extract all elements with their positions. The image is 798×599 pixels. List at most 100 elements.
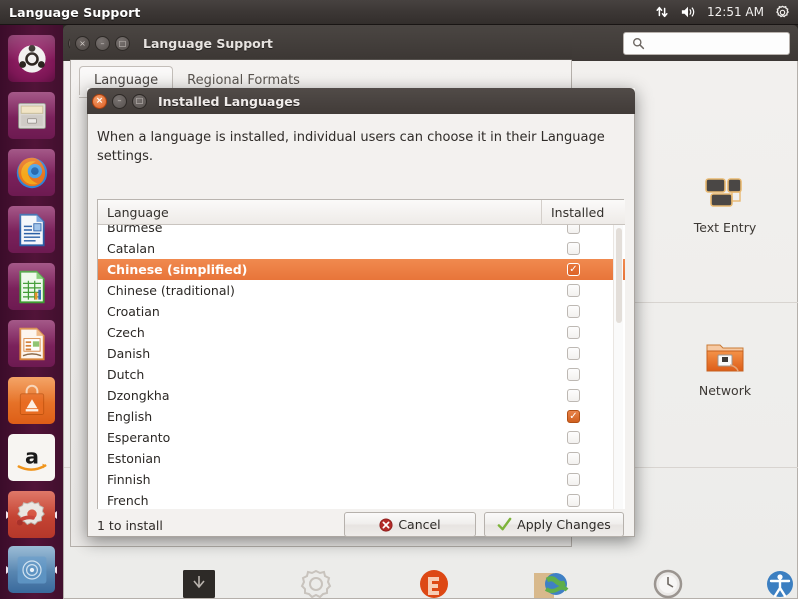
table-row[interactable]: Danish bbox=[98, 343, 625, 364]
language-name: Chinese (traditional) bbox=[107, 283, 235, 298]
installed-languages-dialog: × – □ Installed Languages When a languag… bbox=[87, 88, 635, 537]
language-maximize-button[interactable]: □ bbox=[115, 36, 130, 51]
language-name: Finnish bbox=[107, 472, 151, 487]
settings-separator-1 bbox=[619, 302, 798, 303]
cancel-button-label: Cancel bbox=[398, 517, 441, 532]
settings-cell-universal-access[interactable]: Universal Access bbox=[725, 555, 798, 599]
install-count-status: 1 to install bbox=[97, 518, 163, 533]
languages-list-scrollbar[interactable] bbox=[613, 225, 623, 509]
language-name: English bbox=[107, 409, 153, 424]
column-header-language[interactable]: Language bbox=[98, 205, 541, 220]
amazon-icon: a bbox=[17, 444, 46, 471]
check-icon: ✓ bbox=[569, 410, 578, 422]
universal-access-icon bbox=[725, 555, 798, 599]
apply-changes-button[interactable]: Apply Changes bbox=[484, 512, 624, 537]
launcher-item-libreoffice-calc[interactable] bbox=[6, 261, 57, 312]
dialog-title: Installed Languages bbox=[158, 93, 301, 109]
launcher-item-firefox[interactable] bbox=[6, 147, 57, 198]
table-row[interactable]: Croatian bbox=[98, 301, 625, 322]
text-entry-icon bbox=[670, 166, 780, 214]
table-row[interactable]: Esperanto bbox=[98, 427, 625, 448]
cancel-button[interactable]: Cancel bbox=[344, 512, 476, 537]
unity-launcher: a bbox=[0, 25, 63, 599]
backups-icon bbox=[144, 555, 254, 599]
network-folder-icon bbox=[670, 329, 780, 377]
language-name: Dutch bbox=[107, 367, 145, 382]
checkbox-checked[interactable]: ✓ bbox=[567, 410, 580, 423]
settings-cell-details[interactable]: Details bbox=[261, 555, 371, 599]
panel-app-title[interactable]: Language Support bbox=[9, 5, 140, 20]
settings-cell-network[interactable]: Network bbox=[670, 329, 780, 398]
search-icon bbox=[633, 38, 645, 50]
launcher-item-libreoffice-impress[interactable] bbox=[6, 318, 57, 369]
panel-indicators: 12:51 AM bbox=[655, 5, 798, 20]
dialog-body: When a language is installed, individual… bbox=[87, 114, 635, 537]
table-row[interactable]: Dutch bbox=[98, 364, 625, 385]
table-row[interactable]: French bbox=[98, 490, 625, 509]
checkbox-checked[interactable]: ✓ bbox=[567, 263, 580, 276]
checkbox-unchecked[interactable] bbox=[567, 473, 580, 486]
dialog-maximize-button[interactable]: □ bbox=[132, 93, 147, 109]
launcher-item-files[interactable] bbox=[6, 90, 57, 141]
svg-text:a: a bbox=[24, 444, 38, 468]
checkbox-unchecked[interactable] bbox=[567, 368, 580, 381]
language-name: Danish bbox=[107, 346, 151, 361]
cancel-icon bbox=[379, 517, 393, 532]
checkbox-unchecked[interactable] bbox=[567, 225, 580, 234]
checkbox-unchecked[interactable] bbox=[567, 389, 580, 402]
checkbox-unchecked[interactable] bbox=[567, 494, 580, 507]
software-updates-icon bbox=[496, 555, 606, 599]
table-row[interactable]: Chinese (simplified) ✓ bbox=[98, 259, 625, 280]
language-name: Burmese bbox=[107, 225, 163, 235]
checkbox-unchecked[interactable] bbox=[567, 452, 580, 465]
settings-cell-text-entry[interactable]: Text Entry bbox=[670, 166, 780, 235]
settings-cell-label: Network bbox=[698, 383, 752, 398]
checkbox-unchecked[interactable] bbox=[567, 326, 580, 339]
language-name: Dzongkha bbox=[107, 388, 170, 403]
table-row[interactable]: Finnish bbox=[98, 469, 625, 490]
settings-cell-landscape[interactable]: Landscape Service bbox=[379, 555, 489, 599]
settings-cell-time-date[interactable]: Time & Date bbox=[613, 555, 723, 599]
table-row[interactable]: Dzongkha bbox=[98, 385, 625, 406]
table-row[interactable]: Burmese bbox=[98, 225, 625, 238]
dialog-close-button[interactable]: × bbox=[92, 93, 107, 109]
launcher-item-libreoffice-writer[interactable] bbox=[6, 204, 57, 255]
launcher-item-amazon[interactable]: a bbox=[6, 432, 57, 483]
checkmark-icon bbox=[497, 517, 512, 531]
settings-cell-software-updates[interactable]: Software & Updates bbox=[496, 555, 606, 599]
checkbox-unchecked[interactable] bbox=[567, 284, 580, 297]
language-name: Estonian bbox=[107, 451, 161, 466]
launcher-item-help[interactable] bbox=[6, 544, 57, 595]
settings-cell-backups[interactable]: Backups bbox=[144, 555, 254, 599]
settings-search-input[interactable] bbox=[623, 32, 790, 55]
languages-list[interactable]: Burmese Catalan Chinese (simplified) ✓ Chine… bbox=[98, 225, 625, 509]
checkbox-unchecked[interactable] bbox=[567, 431, 580, 444]
clock-indicator[interactable]: 12:51 AM bbox=[707, 5, 764, 19]
launcher-item-ubuntu-software-center[interactable] bbox=[6, 375, 57, 426]
languages-list-frame: Language Installed Burmese Catalan Chinese… bbox=[97, 199, 625, 509]
dialog-minimize-button[interactable]: – bbox=[112, 93, 127, 109]
language-close-button[interactable]: × bbox=[75, 36, 90, 51]
table-row[interactable]: English ✓ bbox=[98, 406, 625, 427]
table-row[interactable]: Chinese (traditional) bbox=[98, 280, 625, 301]
language-name: Catalan bbox=[107, 241, 156, 256]
language-minimize-button[interactable]: – bbox=[95, 36, 110, 51]
checkbox-unchecked[interactable] bbox=[567, 242, 580, 255]
languages-list-header: Language Installed bbox=[98, 199, 625, 225]
time-date-clock-icon bbox=[613, 555, 723, 599]
column-header-installed[interactable]: Installed bbox=[541, 199, 625, 225]
network-indicator[interactable] bbox=[655, 5, 669, 19]
launcher-item-system-settings[interactable] bbox=[6, 489, 57, 540]
top-panel: Language Support 12:51 AM bbox=[0, 0, 798, 25]
checkbox-unchecked[interactable] bbox=[567, 347, 580, 360]
table-row[interactable]: Estonian bbox=[98, 448, 625, 469]
launcher-item-ubuntu-dash[interactable] bbox=[6, 33, 57, 84]
table-row[interactable]: Czech bbox=[98, 322, 625, 343]
checkbox-unchecked[interactable] bbox=[567, 305, 580, 318]
session-menu-indicator[interactable] bbox=[775, 5, 790, 20]
table-row[interactable]: Catalan bbox=[98, 238, 625, 259]
language-name: Croatian bbox=[107, 304, 160, 319]
scrollbar-thumb[interactable] bbox=[616, 228, 622, 323]
language-support-titlebar: × – □ Language Support bbox=[70, 27, 572, 60]
volume-indicator[interactable] bbox=[680, 5, 696, 19]
